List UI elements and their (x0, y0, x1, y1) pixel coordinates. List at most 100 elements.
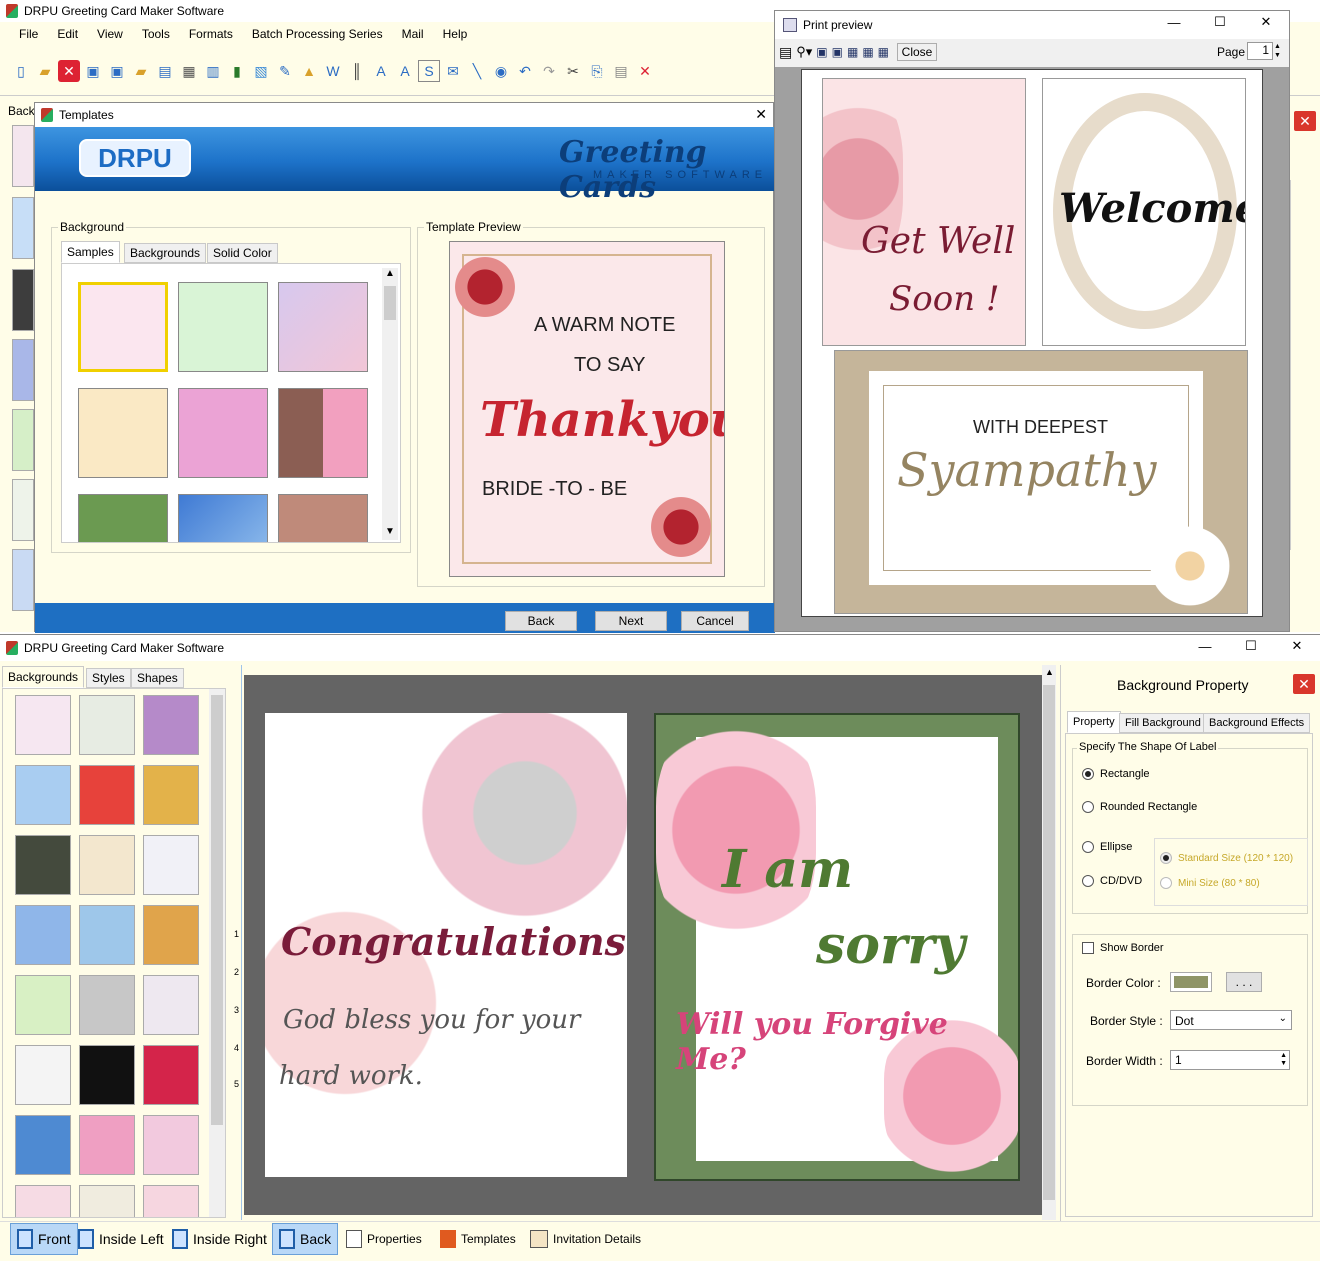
bg-thumb[interactable] (15, 765, 71, 825)
canvas-scrollbar[interactable]: ▲ (1042, 665, 1056, 1220)
bg-thumb[interactable] (15, 695, 71, 755)
border-color-button[interactable]: . . . (1226, 972, 1262, 992)
barcode-icon[interactable]: ║ (346, 60, 368, 82)
scroll-thumb[interactable] (384, 286, 396, 320)
radio-ellipse[interactable]: Ellipse (1082, 841, 1132, 853)
tab-styles[interactable]: Styles (86, 668, 131, 688)
background-close-icon[interactable]: ✕ (1294, 111, 1316, 131)
templates-close-icon[interactable]: ✕ (755, 106, 767, 123)
mail-icon[interactable]: ✉ (442, 60, 464, 82)
bg-thumb[interactable] (143, 975, 199, 1035)
menu-formats[interactable]: Formats (180, 27, 243, 41)
strip-thumb[interactable] (12, 549, 34, 611)
sample-thumb[interactable] (78, 494, 168, 542)
maximize-icon[interactable]: ☐ (1228, 635, 1274, 657)
pen-icon[interactable]: ✎ (274, 60, 296, 82)
menu-help[interactable]: Help (434, 27, 478, 41)
one-page-icon[interactable]: ▣ (816, 45, 827, 59)
back-button[interactable]: Back (505, 611, 577, 631)
scroll-thumb[interactable] (211, 695, 223, 1125)
bg-thumb[interactable] (79, 765, 135, 825)
tab-backgrounds[interactable]: Backgrounds (124, 243, 207, 263)
property-close-icon[interactable]: ✕ (1293, 674, 1315, 694)
strip-thumb[interactable] (12, 339, 34, 401)
export-icon[interactable]: ▰ (130, 60, 152, 82)
paste-icon[interactable]: ▤ (610, 60, 632, 82)
bg-thumb[interactable] (15, 835, 71, 895)
bg-thumb[interactable] (15, 1045, 71, 1105)
four-pages-icon[interactable]: ▦ (862, 45, 873, 59)
undo-icon[interactable]: ↶ (514, 60, 536, 82)
page-input[interactable]: 1 (1247, 42, 1273, 60)
menu-file[interactable]: File (10, 27, 48, 41)
minimize-icon[interactable]: — (1151, 11, 1197, 33)
menu-mail[interactable]: Mail (393, 27, 434, 41)
database-icon[interactable]: ◉ (490, 60, 512, 82)
close-icon[interactable]: ✕ (1243, 11, 1289, 33)
print-icon[interactable]: ▤ (779, 44, 792, 61)
sample-thumb[interactable] (178, 388, 268, 478)
cancel-button[interactable]: Cancel (681, 611, 749, 631)
spinner-icon[interactable]: ▲ ▼ (1280, 1052, 1287, 1068)
word-art-icon[interactable]: A (394, 60, 416, 82)
bg-thumb[interactable] (79, 695, 135, 755)
bg-thumb[interactable] (143, 1115, 199, 1175)
signature-icon[interactable]: S (418, 60, 440, 82)
bg-thumb[interactable] (79, 905, 135, 965)
copy-icon[interactable]: ⎘ (586, 60, 608, 82)
radio-rectangle[interactable]: Rectangle (1082, 768, 1150, 780)
properties-icon[interactable]: ▤ (154, 60, 176, 82)
chevron-down-icon[interactable]: ⌄ (1279, 1013, 1287, 1024)
radio-mini-size[interactable]: Mini Size (80 * 80) (1160, 877, 1260, 889)
properties-button[interactable]: Properties (346, 1223, 422, 1255)
inside-right-button[interactable]: Inside Right (172, 1223, 267, 1255)
bg-thumb[interactable] (143, 765, 199, 825)
radio-cd-dvd[interactable]: CD/DVD (1082, 875, 1142, 887)
border-style-select[interactable]: Dot ⌄ (1170, 1010, 1292, 1030)
sample-thumb[interactable] (178, 494, 268, 542)
delete-icon[interactable]: ✕ (634, 60, 656, 82)
sorry-card[interactable]: I am sorry Will you Forgive Me? (654, 713, 1020, 1181)
radio-mini-dot[interactable] (1160, 877, 1172, 889)
radio-standard-size[interactable]: Standard Size (120 * 120) (1160, 852, 1293, 864)
border-width-input[interactable]: 1 ▲ ▼ (1170, 1050, 1290, 1070)
six-pages-icon[interactable]: ▦ (878, 45, 889, 59)
scroll-up-icon[interactable]: ▲ (385, 268, 395, 279)
radio-ellipse-dot[interactable] (1082, 841, 1094, 853)
radio-standard-dot[interactable] (1160, 852, 1172, 864)
tab-samples[interactable]: Samples (61, 241, 120, 263)
strip-thumb[interactable] (12, 269, 34, 331)
preview-close-button[interactable]: Close (897, 43, 937, 61)
three-pages-icon[interactable]: ▦ (847, 45, 858, 59)
tab-shapes[interactable]: Shapes (131, 668, 184, 688)
bg-thumb[interactable] (15, 975, 71, 1035)
bg-thumb[interactable] (79, 1185, 135, 1217)
menu-view[interactable]: View (88, 27, 133, 41)
menu-batch[interactable]: Batch Processing Series (243, 27, 393, 41)
bg-thumb[interactable] (79, 1115, 135, 1175)
bg-thumb[interactable] (143, 695, 199, 755)
samples-scrollbar[interactable]: ▲ ▼ (382, 268, 398, 540)
tab-backgrounds[interactable]: Backgrounds (2, 666, 85, 688)
menu-edit[interactable]: Edit (48, 27, 88, 41)
next-button[interactable]: Next (595, 611, 667, 631)
sample-thumb[interactable] (78, 282, 168, 372)
invitation-details-button[interactable]: Invitation Details (530, 1223, 641, 1255)
sample-thumb[interactable] (278, 282, 368, 372)
copy-design-icon[interactable]: ▥ (202, 60, 224, 82)
radio-rounded-dot[interactable] (1082, 801, 1094, 813)
sample-thumb[interactable] (78, 388, 168, 478)
inside-left-button[interactable]: Inside Left (78, 1223, 164, 1255)
sample-thumb[interactable] (278, 388, 368, 478)
strip-thumb[interactable] (12, 197, 34, 259)
bg-thumb[interactable] (79, 975, 135, 1035)
bg-thumb[interactable] (79, 835, 135, 895)
show-border-checkbox[interactable]: Show Border (1082, 942, 1164, 954)
tab-background-effects[interactable]: Background Effects (1203, 713, 1311, 733)
congratulations-card[interactable]: Congratulations! God bless you for your … (265, 713, 627, 1177)
strip-thumb[interactable] (12, 479, 34, 541)
bg-thumb[interactable] (143, 905, 199, 965)
front-button[interactable]: Front (10, 1223, 78, 1255)
bg-thumb[interactable] (15, 1115, 71, 1175)
strip-thumb[interactable] (12, 125, 34, 187)
